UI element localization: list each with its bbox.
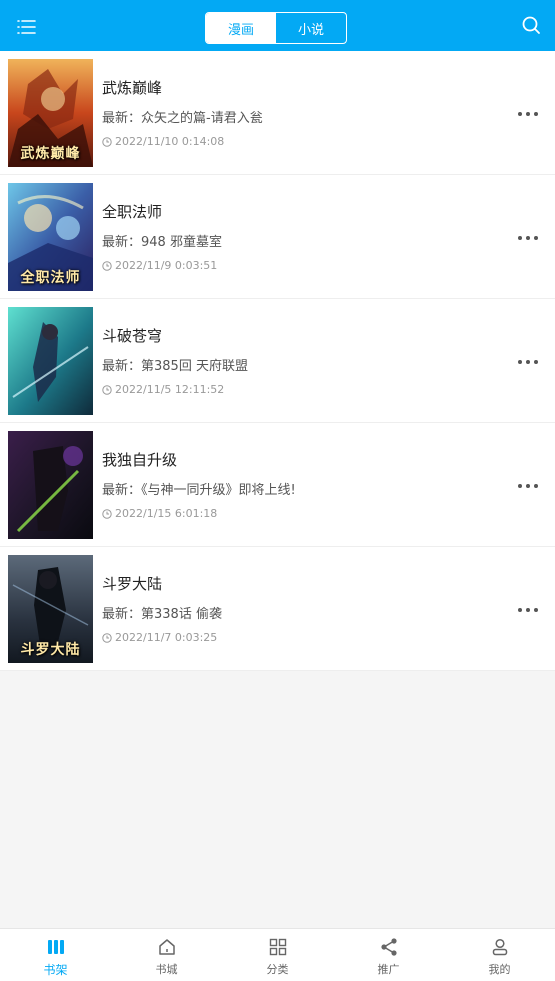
update-time: 2022/11/7 0:03:25 [102, 631, 217, 644]
tab-novel[interactable]: 小说 [276, 13, 346, 43]
book-title[interactable]: 斗罗大陆 [102, 573, 162, 594]
more-options-icon[interactable] [517, 227, 539, 240]
book-title[interactable]: 全职法师 [102, 201, 162, 222]
nav-label: 书城 [155, 963, 178, 976]
more-options-icon[interactable] [517, 475, 539, 488]
update-time: 2022/11/9 0:03:51 [102, 259, 217, 272]
share-icon [380, 938, 397, 956]
latest-chapter: 最新：第385回 天府联盟 [102, 359, 248, 374]
user-icon [492, 938, 507, 956]
content-type-tabs: 漫画 小说 [205, 12, 347, 44]
list-item[interactable]: 全职法师 全职法师 最新：948 邪童墓室 2022/11/9 0:03:51 [0, 175, 555, 299]
latest-chapter: 最新：第338话 偷袭 [102, 607, 222, 622]
more-options-icon[interactable] [517, 103, 539, 116]
book-cover[interactable]: 全职法师 [8, 183, 93, 291]
book-cover[interactable]: 斗罗大陆 [8, 555, 93, 663]
book-title[interactable]: 武炼巅峰 [102, 77, 162, 98]
book-cover[interactable] [8, 431, 93, 539]
book-cover[interactable] [8, 307, 93, 415]
book-cover[interactable]: 武炼巅峰 [8, 59, 93, 167]
home-icon [158, 939, 175, 955]
nav-mine[interactable]: 我的 [444, 929, 555, 981]
list-item[interactable]: 武炼巅峰 武炼巅峰 最新：众矢之的篇-请君入瓮 2022/11/10 0:14:… [0, 51, 555, 175]
latest-chapter: 最新：众矢之的篇-请君入瓮 [102, 111, 263, 126]
update-time-text: 2022/11/7 0:03:25 [115, 631, 218, 644]
clock-icon [102, 136, 112, 147]
list-item[interactable]: 斗罗大陆 斗罗大陆 最新：第338话 偷袭 2022/11/7 0:03:25 [0, 547, 555, 671]
nav-label: 我的 [488, 963, 511, 976]
nav-label: 分类 [266, 963, 289, 976]
nav-bookshelf[interactable]: 书架 [0, 929, 111, 981]
tab-manhua[interactable]: 漫画 [206, 13, 276, 43]
book-title[interactable]: 我独自升级 [102, 449, 177, 470]
more-options-icon[interactable] [517, 599, 539, 612]
clock-icon [102, 508, 112, 519]
clock-icon [102, 384, 112, 395]
update-time: 2022/11/10 0:14:08 [102, 135, 224, 148]
book-title[interactable]: 斗破苍穹 [102, 325, 162, 346]
update-time-text: 2022/11/10 0:14:08 [115, 135, 225, 148]
update-time-text: 2022/11/9 0:03:51 [115, 259, 218, 272]
list-item[interactable]: 我独自升级 最新：《与神一同升级》即将上线! 2022/1/15 6:01:18 [0, 423, 555, 547]
update-time-text: 2022/1/15 6:01:18 [115, 507, 218, 520]
nav-label: 书架 [43, 963, 68, 977]
latest-chapter: 最新：948 邪童墓室 [102, 235, 222, 250]
cover-title: 全职法师 [20, 270, 81, 286]
list-item[interactable]: 斗破苍穹 最新：第385回 天府联盟 2022/11/5 12:11:52 [0, 299, 555, 423]
list-menu-icon[interactable] [12, 13, 40, 39]
more-options-icon[interactable] [517, 351, 539, 364]
nav-category[interactable]: 分类 [222, 929, 333, 981]
bookshelf-icon [47, 940, 64, 954]
clock-icon [102, 260, 112, 271]
latest-chapter: 最新：《与神一同升级》即将上线! [102, 483, 296, 498]
clock-icon [102, 632, 112, 643]
cover-title: 斗罗大陆 [20, 642, 81, 658]
nav-promote[interactable]: 推广 [333, 929, 444, 981]
top-bar: 漫画 小说 [0, 0, 555, 51]
update-time: 2022/1/15 6:01:18 [102, 507, 217, 520]
nav-bookstore[interactable]: 书城 [111, 929, 222, 981]
update-time: 2022/11/5 12:11:52 [102, 383, 224, 396]
search-icon[interactable] [519, 13, 545, 39]
cover-title: 武炼巅峰 [20, 146, 81, 162]
bottom-nav: 书架 书城 分类 推广 我的 [0, 928, 555, 981]
bookshelf-list: 武炼巅峰 武炼巅峰 最新：众矢之的篇-请君入瓮 2022/11/10 0:14:… [0, 51, 555, 671]
category-grid-icon [269, 938, 286, 956]
nav-label: 推广 [377, 963, 400, 976]
update-time-text: 2022/11/5 12:11:52 [115, 383, 225, 396]
